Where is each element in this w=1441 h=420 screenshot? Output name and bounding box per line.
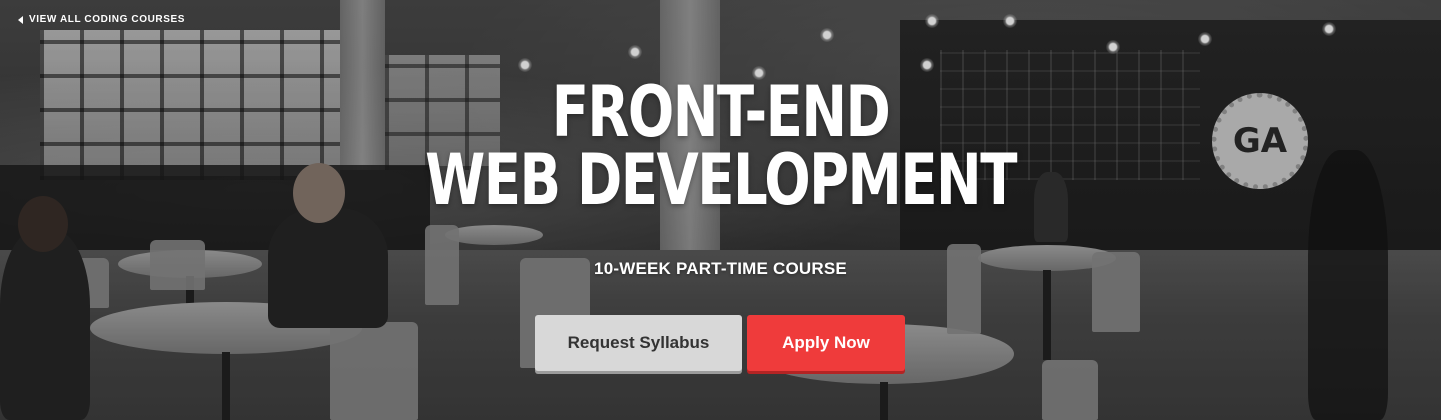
back-link-label: VIEW ALL CODING COURSES [29,14,186,25]
request-syllabus-button[interactable]: Request Syllabus [535,315,742,371]
chevron-left-icon [18,15,23,24]
title-line-1: FRONT-END [551,71,891,153]
view-all-courses-link[interactable]: VIEW ALL CODING COURSES [18,14,185,25]
hero-banner: GA VIEW ALL CODING COURSES FRONT-END WEB… [0,0,1441,420]
page-title: FRONT-END WEB DEVELOPMENT [159,71,1283,221]
title-line-2: WEB DEVELOPMENT [425,139,1017,221]
apply-now-button[interactable]: Apply Now [747,315,905,371]
course-duration-subtitle: 10-WEEK PART-TIME COURSE [594,259,847,278]
